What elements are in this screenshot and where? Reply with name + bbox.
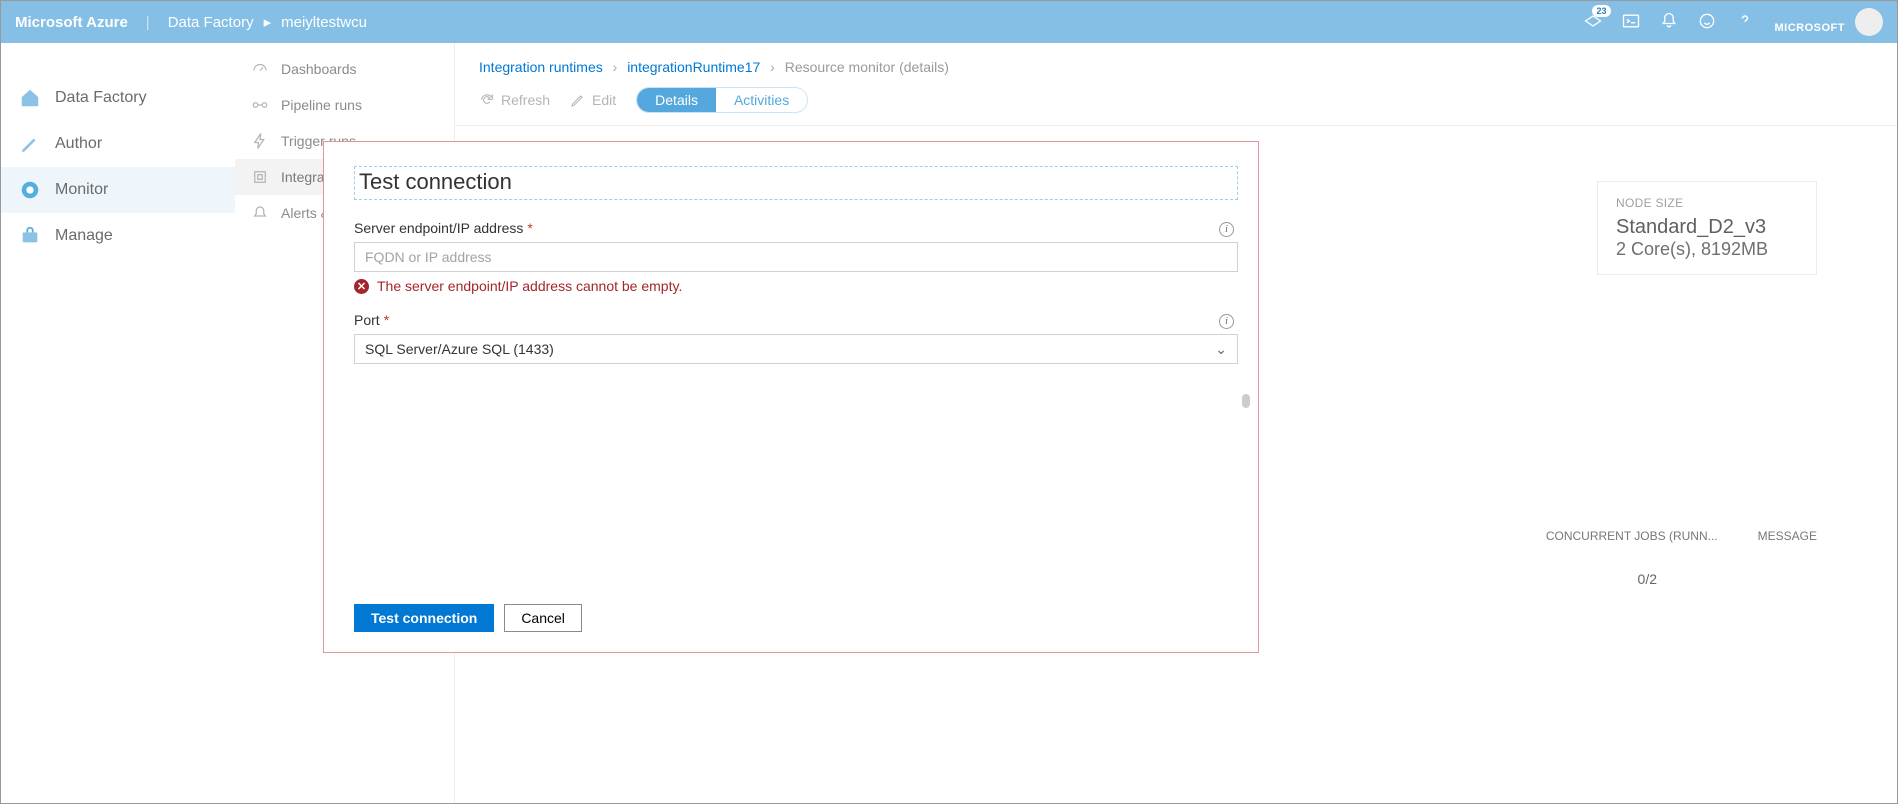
view-toggle: Details Activities <box>636 87 808 113</box>
pencil-icon <box>570 92 586 108</box>
port-field: Port * i SQL Server/Azure SQL (1433) ⌄ <box>354 312 1238 364</box>
topbar: Microsoft Azure | Data Factory ▸ meiylte… <box>1 1 1897 43</box>
refresh-icon <box>479 92 495 108</box>
feedback-icon[interactable] <box>1697 11 1717 34</box>
instance-name[interactable]: meiyltestwcu <box>281 14 367 31</box>
left-nav: Data Factory Author Monitor Manage <box>1 43 235 803</box>
concurrent-jobs-value: 0/2 <box>1638 571 1657 587</box>
crumb-integration-runtimes[interactable]: Integration runtimes <box>479 59 603 75</box>
toolbar: Refresh Edit Details Activities <box>455 83 1897 126</box>
service-name[interactable]: Data Factory <box>168 14 254 31</box>
home-icon <box>19 87 41 109</box>
ir-icon <box>251 168 269 186</box>
crumb-current: Resource monitor (details) <box>785 59 949 75</box>
port-label: Port <box>354 312 380 328</box>
toolbox-icon <box>19 225 41 247</box>
chevron-right-icon: › <box>613 59 618 75</box>
bell-icon[interactable] <box>1659 11 1679 34</box>
chevron-right-icon: ▸ <box>264 13 272 31</box>
scrollbar-thumb[interactable] <box>1242 394 1250 408</box>
chevron-right-icon: › <box>770 59 775 75</box>
tenant-name: MICROSOFT <box>1775 22 1846 35</box>
nav-label: Data Factory <box>55 89 147 107</box>
nav-data-factory[interactable]: Data Factory <box>1 75 235 121</box>
notifications-icon[interactable]: 23 <box>1583 11 1603 34</box>
breadcrumb: Integration runtimes › integrationRuntim… <box>455 43 1897 83</box>
server-endpoint-label: Server endpoint/IP address <box>354 220 523 236</box>
nav-monitor[interactable]: Monitor <box>1 167 235 213</box>
nav-manage[interactable]: Manage <box>1 213 235 259</box>
info-icon[interactable]: i <box>1219 314 1234 329</box>
table-headers: CONCURRENT JOBS (RUNN... MESSAGE <box>1546 529 1817 543</box>
pill-details[interactable]: Details <box>637 88 716 112</box>
test-connection-button[interactable]: Test connection <box>354 604 494 632</box>
edit-label: Edit <box>592 92 616 108</box>
dialog-title-wrap: Test connection <box>354 166 1238 200</box>
test-connection-dialog: Test connection Server endpoint/IP addre… <box>323 141 1259 653</box>
topbar-left: Microsoft Azure | Data Factory ▸ meiylte… <box>15 13 367 31</box>
pencil-icon <box>19 133 41 155</box>
help-icon[interactable] <box>1735 11 1755 34</box>
topbar-right: 23 MICROSOFT <box>1583 8 1884 36</box>
error-icon: ✕ <box>354 279 369 294</box>
chevron-down-icon: ⌄ <box>1215 341 1227 358</box>
node-size-detail: 2 Core(s), 8192MB <box>1616 239 1798 260</box>
required-asterisk: * <box>384 312 389 328</box>
server-endpoint-input[interactable] <box>354 242 1238 272</box>
port-select[interactable]: SQL Server/Azure SQL (1433) ⌄ <box>354 334 1238 364</box>
dialog-footer: Test connection Cancel <box>354 604 582 632</box>
required-asterisk: * <box>527 220 532 236</box>
col-concurrent-jobs: CONCURRENT JOBS (RUNN... <box>1546 529 1718 543</box>
subnav-label: Pipeline runs <box>281 97 362 113</box>
bell-icon <box>251 204 269 222</box>
col-message: MESSAGE <box>1758 529 1817 543</box>
gauge-icon <box>19 179 41 201</box>
node-size-card: NODE SIZE Standard_D2_v3 2 Core(s), 8192… <box>1597 181 1817 275</box>
nav-label: Manage <box>55 227 113 245</box>
info-icon[interactable]: i <box>1219 222 1234 237</box>
server-endpoint-error: The server endpoint/IP address cannot be… <box>377 278 682 294</box>
avatar[interactable] <box>1855 8 1883 36</box>
pill-activities[interactable]: Activities <box>716 88 807 112</box>
nav-label: Monitor <box>55 181 108 199</box>
node-size-value: Standard_D2_v3 <box>1616 216 1798 239</box>
edit-button[interactable]: Edit <box>570 92 616 108</box>
product-name[interactable]: Microsoft Azure <box>15 14 128 31</box>
server-endpoint-field: Server endpoint/IP address * i ✕ The ser… <box>354 220 1238 294</box>
lightning-icon <box>251 132 269 150</box>
refresh-button[interactable]: Refresh <box>479 92 550 108</box>
pipeline-icon <box>251 96 269 114</box>
refresh-label: Refresh <box>501 92 550 108</box>
subnav-pipeline-runs[interactable]: Pipeline runs <box>235 87 454 123</box>
nav-label: Author <box>55 135 102 153</box>
notification-badge: 23 <box>1592 5 1610 17</box>
console-icon[interactable] <box>1621 11 1641 34</box>
cancel-button[interactable]: Cancel <box>504 604 582 632</box>
gauge-icon <box>251 60 269 78</box>
divider: | <box>146 14 150 31</box>
subnav-label: Dashboards <box>281 61 357 77</box>
port-value: SQL Server/Azure SQL (1433) <box>365 341 554 357</box>
subnav-dashboards[interactable]: Dashboards <box>235 51 454 87</box>
nav-author[interactable]: Author <box>1 121 235 167</box>
dialog-title: Test connection <box>359 169 1233 195</box>
node-size-label: NODE SIZE <box>1616 196 1798 210</box>
crumb-runtime-name[interactable]: integrationRuntime17 <box>627 59 760 75</box>
tenant-block[interactable]: MICROSOFT <box>1775 8 1884 36</box>
